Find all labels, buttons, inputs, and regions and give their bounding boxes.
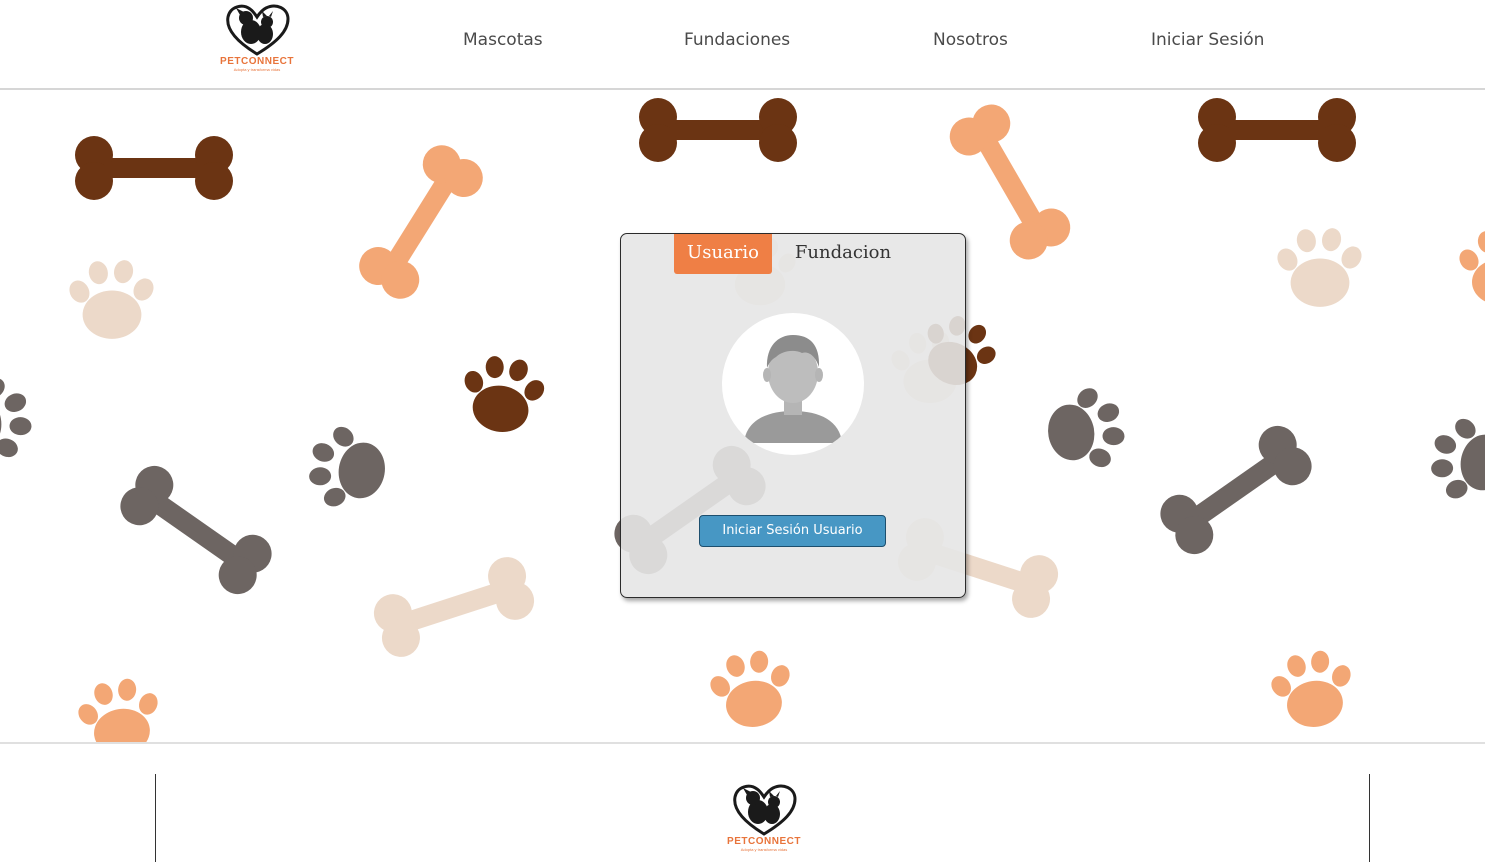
login-card: Usuario Fundacion Iniciar Sesión Usuario bbox=[620, 233, 966, 598]
footer-petconnect-logo[interactable]: PETCONNECT Adopta y transforma vidas bbox=[719, 782, 809, 852]
user-avatar-icon bbox=[722, 313, 864, 455]
nav-fundaciones[interactable]: Fundaciones bbox=[684, 30, 790, 50]
nav-nosotros[interactable]: Nosotros bbox=[933, 30, 1008, 50]
footer-left-divider bbox=[155, 774, 156, 862]
footer-logo-brand-text: PETCONNECT bbox=[727, 836, 801, 847]
nav-mascotas[interactable]: Mascotas bbox=[463, 30, 543, 50]
petconnect-logo[interactable]: PETCONNECT Adopta y transforma vidas bbox=[212, 2, 302, 72]
nav-iniciar-sesion[interactable]: Iniciar Sesión bbox=[1151, 30, 1264, 50]
footer-logo-tagline: Adopta y transforma vidas bbox=[740, 847, 788, 852]
site-header: PETCONNECT Adopta y transforma vidas Mas… bbox=[0, 0, 1485, 90]
hero-section: Usuario Fundacion Iniciar Sesión Usuario bbox=[0, 90, 1485, 744]
pet-heart-logo-icon bbox=[733, 784, 797, 836]
logo-brand-text: PETCONNECT bbox=[220, 56, 294, 67]
tab-usuario[interactable]: Usuario bbox=[674, 234, 772, 274]
pet-heart-logo-icon bbox=[226, 4, 290, 56]
iniciar-sesion-usuario-button[interactable]: Iniciar Sesión Usuario bbox=[699, 515, 886, 547]
tab-fundacion[interactable]: Fundacion bbox=[789, 234, 897, 274]
footer-right-divider bbox=[1369, 774, 1370, 862]
logo-tagline: Adopta y transforma vidas bbox=[233, 67, 281, 72]
